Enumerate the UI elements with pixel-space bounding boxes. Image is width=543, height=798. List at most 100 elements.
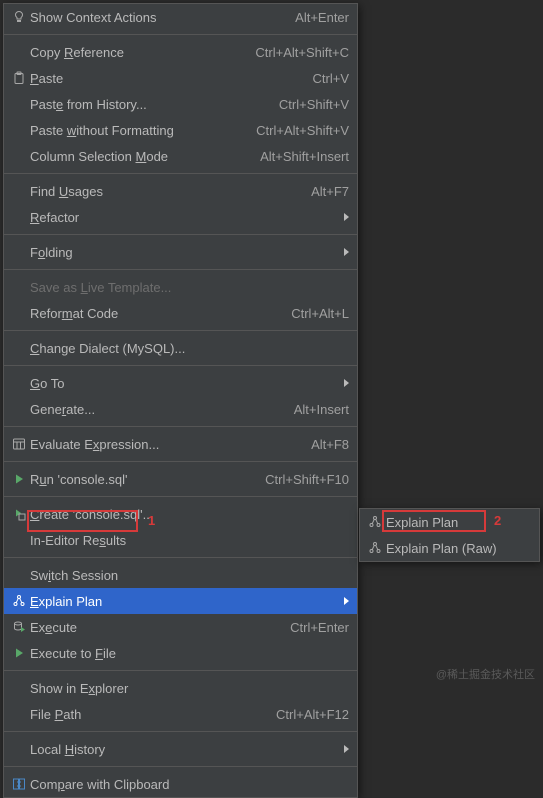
- menu-separator: [4, 557, 357, 558]
- menu-item[interactable]: Find UsagesAlt+F7: [4, 178, 357, 204]
- menu-item-label: Execute to File: [30, 646, 349, 661]
- watermark: @稀土掘金技术社区: [436, 666, 535, 682]
- menu-item[interactable]: Refactor: [4, 204, 357, 230]
- menu-item-label: Copy Reference: [30, 45, 235, 60]
- menu-item[interactable]: Execute to File: [4, 640, 357, 666]
- menu-item-label: Change Dialect (MySQL)...: [30, 341, 349, 356]
- plan-icon: [364, 540, 386, 556]
- menu-separator: [4, 330, 357, 331]
- menu-item[interactable]: Execute Ctrl+Enter: [4, 614, 357, 640]
- context-menu: Show Context Actions Alt+Enter Copy Refere…: [3, 3, 358, 798]
- blank-icon: [8, 532, 30, 548]
- menu-item-shortcut: Ctrl+Alt+Shift+C: [255, 45, 349, 60]
- exec-icon: [8, 619, 30, 635]
- menu-item-label: Execute: [30, 620, 270, 635]
- menu-item-label: Folding: [30, 245, 339, 260]
- menu-item-label: Explain Plan: [30, 594, 339, 609]
- menu-item[interactable]: In-Editor Results: [4, 527, 357, 553]
- menu-item-label: Generate...: [30, 402, 274, 417]
- menu-item-shortcut: Ctrl+Enter: [290, 620, 349, 635]
- menu-item[interactable]: Paste from History... Ctrl+Shift+V: [4, 91, 357, 117]
- blank-icon: [8, 305, 30, 321]
- menu-item-label: Go To: [30, 376, 339, 391]
- blank-icon: [8, 96, 30, 112]
- submenu-item[interactable]: Explain Plan (Raw): [360, 535, 539, 561]
- menu-separator: [4, 365, 357, 366]
- menu-item[interactable]: Compare with Clipboard: [4, 771, 357, 797]
- menu-item[interactable]: Copy Reference Ctrl+Alt+Shift+C: [4, 39, 357, 65]
- run-icon: [8, 471, 30, 487]
- menu-item[interactable]: Generate... Alt+Insert: [4, 396, 357, 422]
- blank-icon: [8, 375, 30, 391]
- menu-separator: [4, 766, 357, 767]
- menu-item[interactable]: File Path Ctrl+Alt+F12: [4, 701, 357, 727]
- menu-item[interactable]: Create 'console.sql'...: [4, 501, 357, 527]
- menu-item-label: Explain Plan (Raw): [386, 541, 531, 556]
- menu-item: Save as Live Template...: [4, 274, 357, 300]
- menu-item[interactable]: Change Dialect (MySQL)...: [4, 335, 357, 361]
- plan-icon: [8, 593, 30, 609]
- menu-item-label: Create 'console.sql'...: [30, 507, 349, 522]
- menu-separator: [4, 34, 357, 35]
- blank-icon: [8, 706, 30, 722]
- menu-item-shortcut: Alt+Insert: [294, 402, 349, 417]
- menu-item[interactable]: Local History: [4, 736, 357, 762]
- menu-item[interactable]: Folding: [4, 239, 357, 265]
- menu-item[interactable]: Explain Plan: [4, 588, 357, 614]
- menu-item-label: Paste from History...: [30, 97, 259, 112]
- paste-icon: [8, 70, 30, 86]
- menu-item-shortcut: Ctrl+Shift+F10: [265, 472, 349, 487]
- menu-item[interactable]: Reformat CodeCtrl+Alt+L: [4, 300, 357, 326]
- menu-item-label: Show Context Actions: [30, 10, 275, 25]
- menu-item-shortcut: Alt+Enter: [295, 10, 349, 25]
- menu-item-label: Explain Plan: [386, 515, 531, 530]
- menu-item[interactable]: Show Context Actions Alt+Enter: [4, 4, 357, 30]
- menu-item[interactable]: Paste without FormattingCtrl+Alt+Shift+V: [4, 117, 357, 143]
- submenu-arrow-icon: [339, 745, 349, 753]
- blank-icon: [8, 340, 30, 356]
- menu-item[interactable]: Switch Session: [4, 562, 357, 588]
- menu-item[interactable]: Go To: [4, 370, 357, 396]
- menu-item-shortcut: Ctrl+Shift+V: [279, 97, 349, 112]
- submenu-arrow-icon: [339, 248, 349, 256]
- explain-plan-submenu: Explain Plan Explain Plan (Raw): [359, 508, 540, 562]
- menu-item-label: Run 'console.sql': [30, 472, 245, 487]
- menu-separator: [4, 731, 357, 732]
- menu-separator: [4, 670, 357, 671]
- blank-icon: [8, 401, 30, 417]
- blank-icon: [8, 244, 30, 260]
- bulb-icon: [8, 9, 30, 25]
- config-icon: [8, 506, 30, 522]
- menu-item-label: File Path: [30, 707, 256, 722]
- blank-icon: [8, 279, 30, 295]
- menu-item-shortcut: Ctrl+Alt+F12: [276, 707, 349, 722]
- blank-icon: [8, 183, 30, 199]
- menu-separator: [4, 269, 357, 270]
- run-icon: [8, 645, 30, 661]
- menu-item-shortcut: Alt+Shift+Insert: [260, 149, 349, 164]
- menu-item[interactable]: Run 'console.sql' Ctrl+Shift+F10: [4, 466, 357, 492]
- menu-item-label: Evaluate Expression...: [30, 437, 291, 452]
- menu-item-label: Refactor: [30, 210, 339, 225]
- menu-separator: [4, 426, 357, 427]
- menu-item-label: Local History: [30, 742, 339, 757]
- menu-item-label: Find Usages: [30, 184, 291, 199]
- menu-separator: [4, 234, 357, 235]
- menu-separator: [4, 173, 357, 174]
- blank-icon: [8, 567, 30, 583]
- menu-item[interactable]: PasteCtrl+V: [4, 65, 357, 91]
- blank-icon: [8, 122, 30, 138]
- menu-item[interactable]: Column Selection ModeAlt+Shift+Insert: [4, 143, 357, 169]
- submenu-item[interactable]: Explain Plan: [360, 509, 539, 535]
- submenu-arrow-icon: [339, 379, 349, 387]
- plan-icon: [364, 514, 386, 530]
- eval-icon: [8, 436, 30, 452]
- menu-item-shortcut: Ctrl+V: [313, 71, 349, 86]
- submenu-arrow-icon: [339, 597, 349, 605]
- compare-icon: [8, 776, 30, 792]
- menu-item[interactable]: Evaluate Expression...Alt+F8: [4, 431, 357, 457]
- menu-item-label: In-Editor Results: [30, 533, 349, 548]
- blank-icon: [8, 148, 30, 164]
- menu-separator: [4, 461, 357, 462]
- menu-item[interactable]: Show in Explorer: [4, 675, 357, 701]
